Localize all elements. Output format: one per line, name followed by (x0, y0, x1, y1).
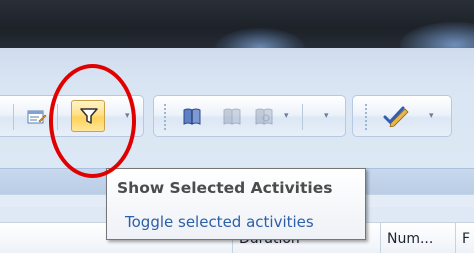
book-icon[interactable] (182, 106, 202, 130)
chevron-down-icon[interactable]: ▾ (284, 111, 289, 121)
view-properties-icon[interactable] (27, 108, 47, 130)
separator (13, 104, 14, 130)
background-glow (400, 22, 474, 48)
books-group: ▾ ▾ (153, 95, 346, 137)
separator (365, 104, 367, 130)
book-search-icon[interactable] (254, 106, 274, 130)
column-header-num[interactable]: Num... (380, 222, 455, 253)
tooltip: Show Selected Activities Toggle selected… (106, 168, 366, 240)
separator (164, 104, 166, 130)
column-header-f[interactable]: F (455, 222, 474, 253)
window-background (0, 0, 474, 48)
background-glow (215, 28, 305, 48)
tooltip-description: Toggle selected activities (125, 213, 314, 231)
pencil-check-icon[interactable] (383, 105, 409, 131)
tooltip-title: Show Selected Activities (117, 179, 333, 197)
book-icon[interactable] (222, 106, 242, 130)
separator (302, 104, 303, 130)
chevron-down-icon[interactable]: ▾ (429, 111, 434, 121)
chevron-down-icon[interactable]: ▾ (324, 111, 329, 121)
edit-group: ▾ (352, 95, 452, 137)
red-highlight-circle (49, 64, 136, 178)
